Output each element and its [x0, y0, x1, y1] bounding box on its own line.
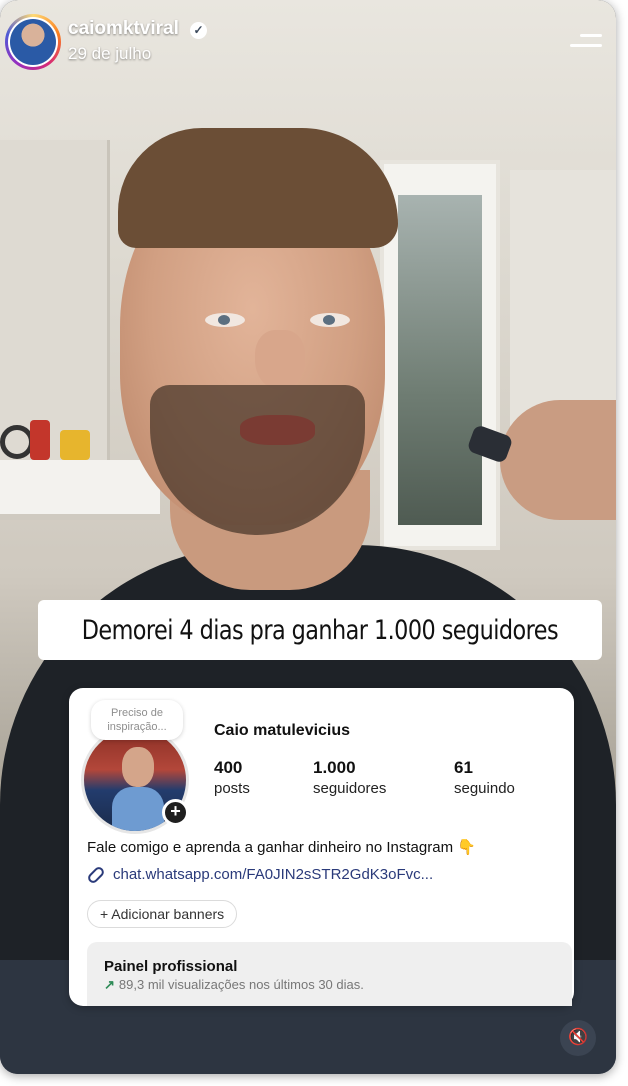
- story-viewer: caiomktviral ✓ 29 de julho Demorei 4 dia…: [0, 0, 616, 1074]
- profile-card: Preciso de inspiração... + Caio matulevi…: [69, 688, 574, 1006]
- stat-label: posts: [214, 780, 250, 797]
- menu-line-bottom: [570, 44, 602, 47]
- avatar-image: [10, 19, 56, 65]
- note-bubble[interactable]: Preciso de inspiração...: [91, 700, 183, 740]
- avatar-border: [8, 17, 58, 67]
- person-hair: [118, 128, 398, 248]
- profile-picture-shirt: [112, 787, 164, 831]
- person-hand: [500, 400, 616, 520]
- background-toy-red: [30, 420, 50, 460]
- stat-following[interactable]: 61 seguindo: [454, 758, 515, 797]
- profile-link[interactable]: chat.whatsapp.com/FA0JIN2sSTR2GdK3oFvc..…: [86, 864, 434, 885]
- menu-icon[interactable]: [570, 34, 602, 50]
- background-table: [0, 460, 160, 520]
- muted-speaker-icon[interactable]: 🔇: [560, 1020, 596, 1056]
- professional-dashboard[interactable]: Painel profissional ↗ 89,3 mil visualizaç…: [87, 942, 572, 1006]
- user-avatar[interactable]: [5, 14, 61, 70]
- person-mouth: [240, 415, 315, 445]
- background-wall: [0, 140, 110, 470]
- stat-followers[interactable]: 1.000 seguidores: [313, 758, 386, 797]
- background-toy-yellow: [60, 430, 90, 460]
- caption-text: Demorei 4 dias pra ganhar 1.000 seguidor…: [81, 614, 559, 646]
- profile-picture-face: [122, 747, 154, 787]
- stat-posts[interactable]: 400 posts: [214, 758, 250, 797]
- caption-banner: Demorei 4 dias pra ganhar 1.000 seguidor…: [38, 600, 602, 660]
- person-right-eye: [310, 313, 350, 327]
- dashboard-subtitle-text: 89,3 mil visualizações nos últimos 30 di…: [118, 977, 364, 992]
- background-door-glass: [398, 195, 482, 525]
- verified-check-icon: ✓: [190, 22, 207, 39]
- profile-link-text: chat.whatsapp.com/FA0JIN2sSTR2GdK3oFvc..…: [113, 866, 434, 883]
- username[interactable]: caiomktviral: [68, 18, 179, 40]
- background-toy-bike: [0, 425, 34, 459]
- background-window: [510, 170, 616, 430]
- add-story-icon[interactable]: +: [162, 799, 189, 826]
- stat-label: seguindo: [454, 780, 515, 797]
- story-header: caiomktviral ✓ 29 de julho: [0, 0, 616, 80]
- profile-bio: Fale comigo e aprenda a ganhar dinheiro …: [87, 839, 476, 856]
- stat-value: 400: [214, 758, 243, 777]
- menu-line-top: [580, 34, 602, 37]
- trend-up-icon: ↗: [104, 977, 115, 992]
- dashboard-title: Painel profissional: [104, 958, 238, 975]
- add-banners-button[interactable]: + Adicionar banners: [87, 900, 238, 928]
- stat-value: 61: [454, 758, 473, 777]
- dashboard-subtitle: ↗ 89,3 mil visualizações nos últimos 30 d…: [104, 977, 572, 993]
- link-icon: [86, 864, 106, 885]
- stat-value: 1.000: [313, 758, 356, 777]
- profile-name: Caio matulevicius: [214, 722, 351, 739]
- stat-label: seguidores: [313, 780, 387, 797]
- post-date: 29 de julho: [68, 44, 152, 63]
- person-left-eye: [205, 313, 245, 327]
- person-nose: [255, 330, 305, 390]
